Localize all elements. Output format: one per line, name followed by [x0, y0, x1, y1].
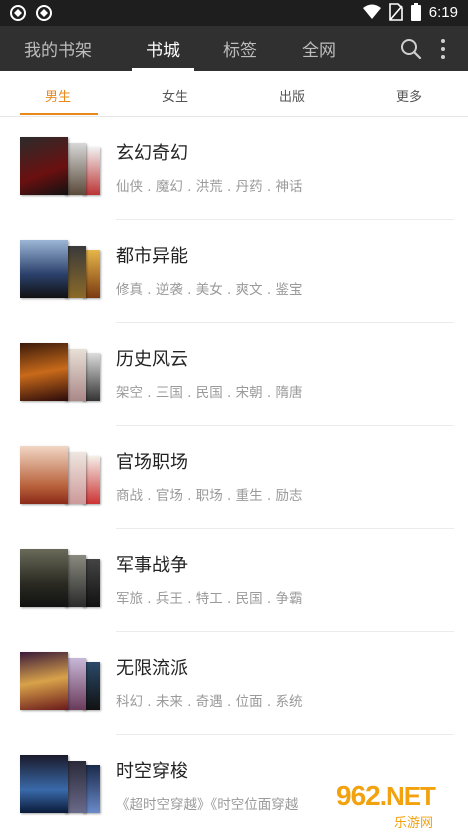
category-row-infinite[interactable]: 无限流派 科幻 . 未来 . 奇遇 . 位面 . 系统: [0, 632, 468, 735]
notification-app-icon-2: [36, 5, 52, 21]
category-subtitle: 军旅 . 兵王 . 特工 . 民国 . 争霸: [116, 591, 303, 607]
category-title: 官场职场: [116, 452, 188, 473]
app-bar: 我的书架 书城 标签 全网: [0, 26, 468, 71]
active-subtab-indicator: [20, 113, 98, 115]
category-row-history[interactable]: 历史风云 架空 . 三国 . 民国 . 宋朝 . 隋唐: [0, 323, 468, 426]
category-row-officialdom[interactable]: 官场职场 商战 . 官场 . 职场 . 重生 . 励志: [0, 426, 468, 529]
category-subtitle: 《超时空穿越》《时空位面穿越: [116, 797, 299, 813]
book-cover: [20, 137, 68, 195]
tab-bookstore[interactable]: 书城: [146, 36, 180, 61]
no-sim-icon: [388, 3, 403, 21]
category-subtitle: 商战 . 官场 . 职场 . 重生 . 励志: [116, 488, 303, 504]
battery-icon: [410, 3, 421, 21]
subtab-male[interactable]: 男生: [45, 86, 71, 105]
category-row-fantasy[interactable]: 玄幻奇幻 仙侠 . 魔幻 . 洪荒 . 丹药 . 神话: [0, 117, 468, 220]
book-cover: [20, 755, 68, 813]
notification-app-icon: [10, 5, 26, 21]
tab-tags[interactable]: 标签: [223, 36, 257, 61]
subtab-female[interactable]: 女生: [162, 86, 188, 105]
category-title: 都市异能: [116, 246, 188, 267]
subtab-publish[interactable]: 出版: [279, 86, 305, 105]
book-covers: [20, 240, 100, 300]
category-row-urban[interactable]: 都市异能 修真 . 逆袭 . 美女 . 爽文 . 鉴宝: [0, 220, 468, 323]
more-vert-icon[interactable]: [438, 38, 448, 60]
watermark-logo: 962.NET 乐游网: [330, 776, 468, 832]
category-subtitle: 架空 . 三国 . 民国 . 宋朝 . 隋唐: [116, 385, 303, 401]
sub-tabs: 男生 女生 出版 更多: [0, 71, 468, 117]
category-title: 历史风云: [116, 349, 188, 370]
category-row-military[interactable]: 军事战争 军旅 . 兵王 . 特工 . 民国 . 争霸: [0, 529, 468, 632]
book-covers: [20, 652, 100, 712]
book-covers: [20, 137, 100, 197]
subtab-more[interactable]: 更多: [396, 86, 422, 105]
category-subtitle: 修真 . 逆袭 . 美女 . 爽文 . 鉴宝: [116, 282, 303, 298]
book-covers: [20, 446, 100, 506]
book-cover: [20, 240, 68, 298]
search-icon[interactable]: [400, 38, 422, 60]
watermark-logo-number: 962: [336, 780, 381, 811]
tab-bookshelf[interactable]: 我的书架: [24, 36, 92, 61]
category-subtitle: 仙侠 . 魔幻 . 洪荒 . 丹药 . 神话: [116, 179, 303, 195]
status-bar: 6:19: [0, 0, 468, 26]
category-title: 玄幻奇幻: [116, 143, 188, 164]
book-covers: [20, 755, 100, 815]
book-cover: [20, 446, 68, 504]
category-title: 军事战争: [116, 555, 188, 576]
wifi-icon: [362, 4, 381, 19]
status-time: 6:19: [428, 3, 458, 21]
watermark-logo-text: 962.NET: [336, 780, 436, 812]
category-title: 无限流派: [116, 658, 188, 679]
category-subtitle: 科幻 . 未来 . 奇遇 . 位面 . 系统: [116, 694, 303, 710]
book-covers: [20, 343, 100, 403]
watermark-text: 乐游网: [394, 816, 434, 831]
book-cover: [20, 652, 68, 710]
book-cover: [20, 343, 68, 401]
category-title: 时空穿梭: [116, 761, 188, 782]
tab-whole-web[interactable]: 全网: [302, 36, 336, 61]
book-covers: [20, 549, 100, 609]
watermark-logo-suffix: .NET: [379, 781, 436, 811]
book-cover: [20, 549, 68, 607]
